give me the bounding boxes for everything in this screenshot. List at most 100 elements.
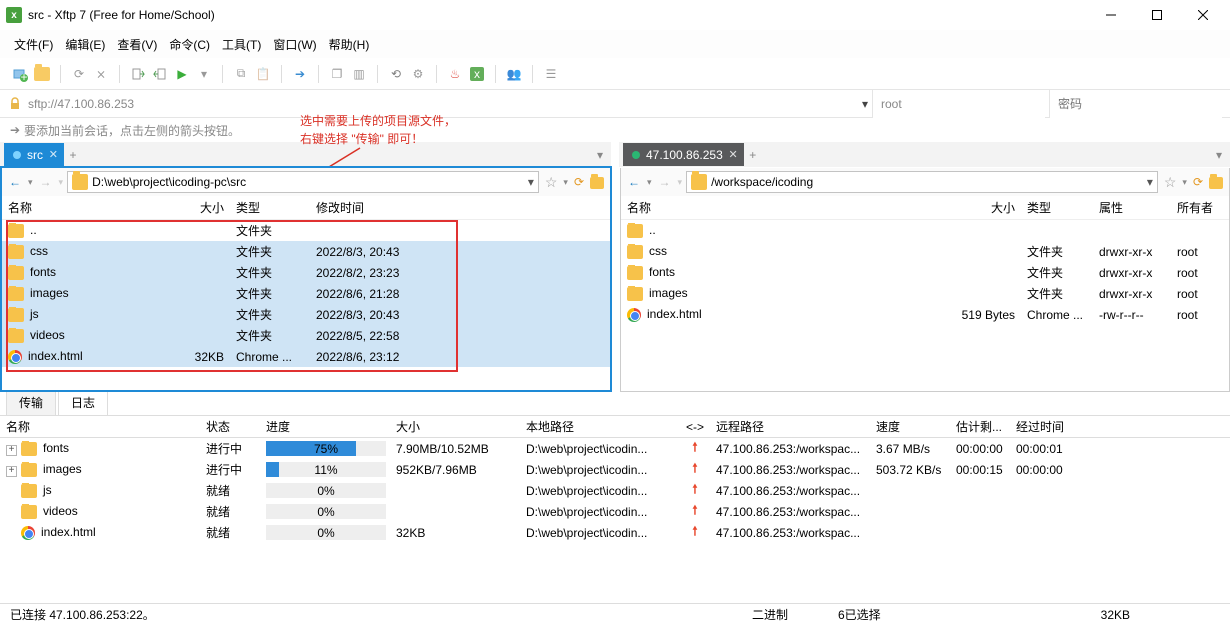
local-list-header[interactable]: 名称 大小 类型 修改时间 bbox=[2, 196, 610, 220]
file-row[interactable]: images 文件夹 drwxr-xr-x root bbox=[621, 283, 1229, 304]
menu-help[interactable]: 帮助(H) bbox=[323, 32, 376, 57]
tab-log[interactable]: 日志 bbox=[58, 389, 108, 415]
folder-icon bbox=[8, 287, 24, 301]
fire-icon[interactable]: ♨ bbox=[445, 64, 465, 84]
bookmark-icon[interactable]: ☆ bbox=[1164, 174, 1177, 191]
people-icon[interactable]: 👥 bbox=[504, 64, 524, 84]
transfer-right-icon[interactable] bbox=[150, 64, 170, 84]
svg-text:+: + bbox=[20, 70, 27, 82]
menu-view[interactable]: 查看(V) bbox=[111, 32, 163, 57]
tile-icon[interactable]: ▥ bbox=[349, 64, 369, 84]
menu-win[interactable]: 窗口(W) bbox=[267, 32, 322, 57]
expand-icon[interactable]: + bbox=[6, 466, 17, 477]
file-row[interactable]: images 文件夹 2022/8/6, 21:28 bbox=[2, 283, 610, 304]
menu-cmd[interactable]: 命令(C) bbox=[163, 32, 216, 57]
menu-file[interactable]: 文件(F) bbox=[8, 32, 59, 57]
remote-path-row: ← ▾ → ▾ ▾ ☆▾ ⟳ bbox=[621, 168, 1229, 196]
password-field[interactable] bbox=[1049, 90, 1222, 118]
nav-back-icon[interactable]: ← bbox=[625, 173, 643, 191]
user-field[interactable] bbox=[872, 90, 1045, 118]
dropdown-icon[interactable]: ▾ bbox=[194, 64, 214, 84]
connection-host[interactable]: sftp://47.100.86.253 bbox=[28, 97, 134, 111]
pane-splitter[interactable] bbox=[612, 168, 620, 392]
toolbar: + ⟳ ⨯ ▶ ▾ ⧉ 📋 ➔ ❐ ▥ ⟲ ⚙ ♨ x 👥 ☰ bbox=[0, 58, 1230, 90]
transfers-panel: 名称 状态 进度 大小 本地路径 <-> 远程路径 速度 估计剩... 经过时间… bbox=[0, 416, 1230, 543]
folder-icon bbox=[8, 224, 24, 238]
menu-edit[interactable]: 编辑(E) bbox=[59, 32, 111, 57]
callout: 选中需要上传的项目源文件， 右键选择 "传输" 即可！ bbox=[300, 112, 456, 148]
refresh-icon[interactable]: ⟳ bbox=[1193, 175, 1203, 189]
file-row[interactable]: videos 文件夹 2022/8/5, 22:58 bbox=[2, 325, 610, 346]
new-folder-icon[interactable] bbox=[1209, 175, 1223, 189]
local-path-input[interactable]: ▾ bbox=[67, 171, 539, 193]
upload-arrow-icon: 🠕 bbox=[686, 501, 704, 522]
remote-list-header[interactable]: 名称 大小 类型 属性 所有者 bbox=[621, 196, 1229, 220]
file-row[interactable]: css 文件夹 2022/8/3, 20:43 bbox=[2, 241, 610, 262]
transfer-row[interactable]: js 就绪 0% D:\web\project\icodin... 🠕 47.1… bbox=[0, 480, 1230, 501]
file-row[interactable]: .. bbox=[621, 220, 1229, 241]
transfer-row[interactable]: +fonts 进行中 75% 7.90MB/10.52MB D:\web\pro… bbox=[0, 438, 1230, 459]
xshell-icon[interactable]: x bbox=[467, 64, 487, 84]
transfer-row[interactable]: +images 进行中 11% 952KB/7.96MB D:\web\proj… bbox=[0, 459, 1230, 480]
tab-scroll-icon[interactable]: ▾ bbox=[593, 148, 607, 162]
expand-icon[interactable]: + bbox=[6, 445, 17, 456]
transfer-left-icon[interactable] bbox=[128, 64, 148, 84]
local-pane: ← ▾ → ▾ ▾ ☆▾ ⟳ 名称 大小 类型 修改时间 .. bbox=[0, 166, 612, 392]
copy-icon[interactable]: ⧉ bbox=[231, 64, 251, 84]
transfer-row[interactable]: index.html 就绪 0% 32KB D:\web\project\ico… bbox=[0, 522, 1230, 543]
right-tab-host[interactable]: 47.100.86.253 ✕ bbox=[623, 143, 744, 166]
hint-text: 要添加当前会话，点击左侧的箭头按钮。 bbox=[24, 122, 240, 139]
hint-arrow-icon[interactable]: ➔ bbox=[8, 123, 22, 137]
file-row[interactable]: .. 文件夹 bbox=[2, 220, 610, 241]
file-row[interactable]: fonts 文件夹 2022/8/2, 23:23 bbox=[2, 262, 610, 283]
disconnect-icon[interactable]: ⨯ bbox=[91, 64, 111, 84]
close-tab-icon[interactable]: ✕ bbox=[49, 148, 58, 161]
paste-icon[interactable]: 📋 bbox=[253, 64, 273, 84]
open-folder-icon[interactable] bbox=[32, 64, 52, 84]
file-row[interactable]: js 文件夹 2022/8/3, 20:43 bbox=[2, 304, 610, 325]
bookmark-icon[interactable]: ☆ bbox=[545, 174, 558, 191]
left-tab-src[interactable]: src ✕ bbox=[4, 143, 64, 166]
close-tab-icon[interactable]: ✕ bbox=[729, 148, 738, 161]
options-icon[interactable]: ☰ bbox=[541, 64, 561, 84]
remote-file-list[interactable]: 名称 大小 类型 属性 所有者 .. css 文件夹 drwxr-xr-x ro… bbox=[621, 196, 1229, 391]
nav-fwd-icon[interactable]: → bbox=[656, 173, 674, 191]
folder-icon bbox=[72, 174, 88, 190]
close-button[interactable] bbox=[1180, 1, 1226, 29]
menu-tool[interactable]: 工具(T) bbox=[216, 32, 267, 57]
remote-path-input[interactable]: ▾ bbox=[686, 171, 1158, 193]
file-row[interactable]: index.html 32KB Chrome ... 2022/8/6, 23:… bbox=[2, 346, 610, 367]
file-row[interactable]: fonts 文件夹 drwxr-xr-x root bbox=[621, 262, 1229, 283]
local-file-list[interactable]: 名称 大小 类型 修改时间 .. 文件夹 css 文件夹 2022/8/3, 2… bbox=[2, 196, 610, 390]
folder-icon bbox=[627, 287, 643, 301]
add-tab-button[interactable]: + bbox=[64, 148, 82, 162]
goto-icon[interactable]: ➔ bbox=[290, 64, 310, 84]
tab-transfer[interactable]: 传输 bbox=[6, 389, 56, 415]
file-row[interactable]: css 文件夹 drwxr-xr-x root bbox=[621, 241, 1229, 262]
reconnect-icon[interactable]: ⟳ bbox=[69, 64, 89, 84]
transfers-header[interactable]: 名称 状态 进度 大小 本地路径 <-> 远程路径 速度 估计剩... 经过时间 bbox=[0, 416, 1230, 438]
nav-back-icon[interactable]: ← bbox=[6, 173, 24, 191]
path-dropdown-icon[interactable]: ▾ bbox=[528, 175, 534, 189]
new-session-icon[interactable]: + bbox=[10, 64, 30, 84]
status-dot-icon bbox=[13, 151, 21, 159]
upload-arrow-icon: 🠕 bbox=[686, 522, 704, 543]
play-icon[interactable]: ▶ bbox=[172, 64, 192, 84]
file-row[interactable]: index.html 519 Bytes Chrome ... -rw-r--r… bbox=[621, 304, 1229, 325]
path-dropdown-icon[interactable]: ▾ bbox=[1147, 175, 1153, 189]
maximize-button[interactable] bbox=[1134, 1, 1180, 29]
host-dropdown-icon[interactable]: ▾ bbox=[862, 97, 868, 111]
tab-scroll-icon[interactable]: ▾ bbox=[1212, 148, 1226, 162]
transfer-row[interactable]: videos 就绪 0% D:\web\project\icodin... 🠕 … bbox=[0, 501, 1230, 522]
minimize-button[interactable] bbox=[1088, 1, 1134, 29]
folder-icon bbox=[8, 308, 24, 322]
new-window-icon[interactable]: ❐ bbox=[327, 64, 347, 84]
refresh-icon[interactable]: ⟳ bbox=[574, 175, 584, 189]
sync-icon[interactable]: ⟲ bbox=[386, 64, 406, 84]
add-tab-button[interactable]: + bbox=[744, 148, 762, 162]
bottom-tabs: 传输 日志 bbox=[0, 392, 1230, 416]
new-folder-icon[interactable] bbox=[590, 175, 604, 189]
chrome-icon bbox=[627, 308, 641, 322]
settings-icon[interactable]: ⚙ bbox=[408, 64, 428, 84]
nav-fwd-icon[interactable]: → bbox=[37, 173, 55, 191]
